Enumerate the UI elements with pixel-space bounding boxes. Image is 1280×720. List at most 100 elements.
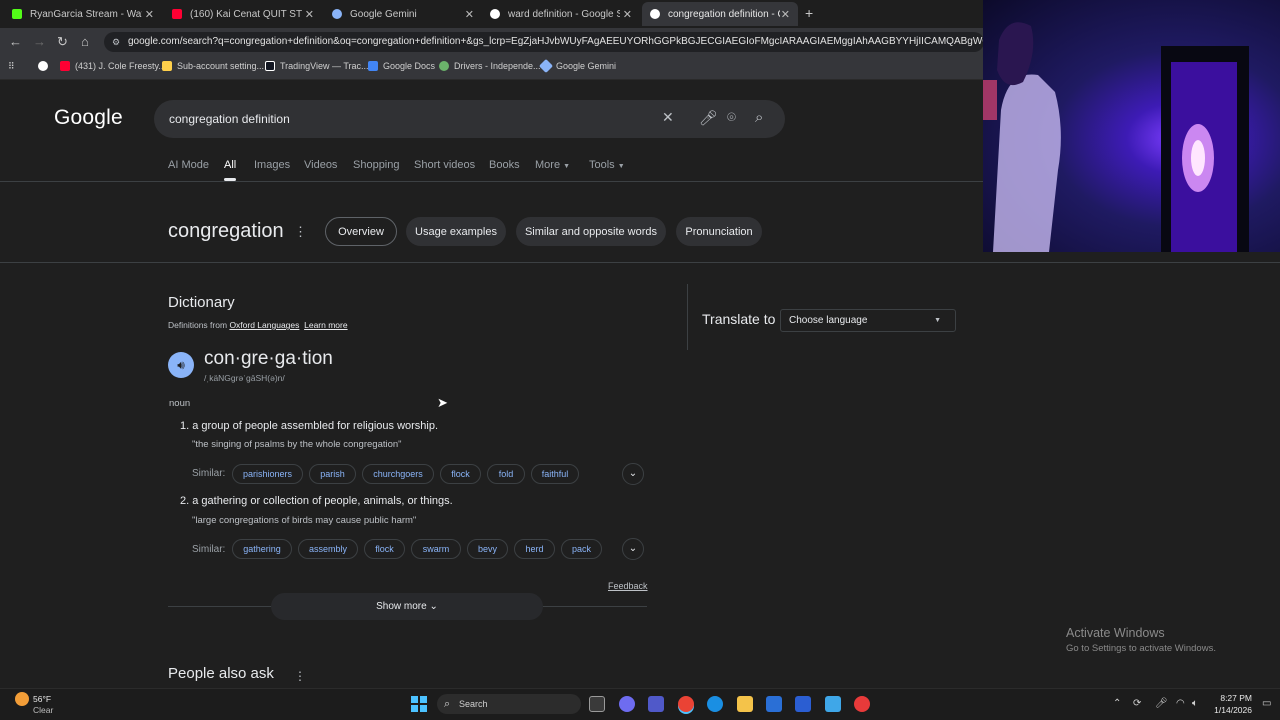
close-icon[interactable]: ✕ — [465, 8, 474, 21]
bookmark-item[interactable]: Google Docs — [368, 61, 435, 71]
new-tab-button[interactable]: + — [805, 5, 813, 21]
synonym-chip[interactable]: faithful — [531, 464, 579, 484]
show-more-button[interactable]: Show more ⌄ — [271, 593, 543, 620]
back-icon[interactable]: ← — [9, 34, 22, 49]
gemini-icon — [538, 58, 554, 74]
chrome-icon[interactable] — [678, 696, 694, 712]
browser-tab[interactable]: ward definition - Google Search ✕ — [482, 2, 640, 26]
language-select[interactable]: Choose language ▼ — [780, 309, 956, 332]
tab-ai-mode[interactable]: AI Mode — [168, 159, 209, 171]
folder-icon — [162, 61, 172, 71]
tab-books[interactable]: Books — [489, 159, 520, 171]
search-input[interactable]: congregation definition — [169, 112, 290, 126]
taskbar-search[interactable]: ⌕ Search — [437, 694, 581, 714]
chip-overview[interactable]: Overview — [325, 217, 397, 246]
apps-icon[interactable]: ⠿ — [8, 61, 15, 72]
chevron-down-icon: ⌄ — [429, 601, 438, 612]
chip-pronunciation[interactable]: Pronunciation — [676, 217, 762, 246]
browser-tab-active[interactable]: congregation definition - Goog ✕ — [642, 2, 798, 26]
reload-icon[interactable]: ↻ — [57, 34, 68, 50]
divider — [0, 181, 983, 182]
more-options-icon[interactable]: ⋮ — [294, 669, 306, 683]
vertical-divider — [687, 284, 688, 350]
bookmark-item[interactable]: Google Gemini — [538, 58, 616, 74]
browser-tab[interactable]: Google Gemini ✕ — [324, 2, 482, 26]
tab-images[interactable]: Images — [254, 159, 290, 171]
synonym-chip[interactable]: flock — [440, 464, 481, 484]
expand-chevron-icon[interactable]: ⌄ — [622, 463, 644, 485]
learn-more-link[interactable]: Learn more — [304, 320, 347, 330]
synonym-chip[interactable]: fold — [487, 464, 525, 484]
google-bookmark-icon[interactable] — [38, 61, 53, 71]
copilot-icon[interactable] — [619, 696, 635, 712]
teams-icon[interactable] — [648, 696, 664, 712]
synonym-chip[interactable]: pack — [561, 539, 602, 559]
store-icon[interactable] — [766, 696, 782, 712]
synonym-chip[interactable]: parishioners — [232, 464, 303, 484]
chip-usage-examples[interactable]: Usage examples — [406, 217, 506, 246]
app-icon[interactable] — [854, 696, 870, 712]
chevron-up-icon[interactable]: ⌃ — [1113, 698, 1121, 709]
expand-chevron-icon[interactable]: ⌄ — [622, 538, 644, 560]
people-also-ask-heading: People also ask — [168, 665, 274, 682]
headword: con·gre·ga·tion — [204, 348, 333, 369]
tab-more[interactable]: More ▼ — [535, 159, 570, 171]
synonym-chip[interactable]: swarm — [411, 539, 461, 559]
app-icon[interactable] — [825, 696, 841, 712]
synonym-chip[interactable]: parish — [309, 464, 356, 484]
synonym-chip[interactable]: gathering — [232, 539, 292, 559]
tab-videos[interactable]: Videos — [304, 159, 337, 171]
feedback-link[interactable]: Feedback — [608, 581, 648, 591]
close-icon[interactable]: ✕ — [305, 8, 314, 21]
forward-icon[interactable]: → — [33, 34, 46, 49]
outlook-icon[interactable] — [795, 696, 811, 712]
clock-date[interactable]: 1/14/2026 — [1208, 705, 1252, 715]
file-explorer-icon[interactable] — [737, 696, 753, 712]
browser-tab[interactable]: (160) Kai Cenat QUIT STREAMIN ✕ — [164, 2, 322, 26]
close-icon[interactable]: ✕ — [623, 8, 632, 21]
mic-icon[interactable]: 🎤︎ — [699, 109, 718, 127]
bookmark-item[interactable]: (431) J. Cole Freesty... — [60, 61, 166, 71]
notification-icon[interactable]: ▭ — [1262, 698, 1271, 709]
tab-tools[interactable]: Tools ▼ — [589, 159, 625, 171]
bookmark-item[interactable]: TradingView — Trac... — [265, 61, 369, 71]
tab-title: (160) Kai Cenat QUIT STREAMIN — [190, 8, 302, 20]
volume-icon[interactable]: 🔈︎ — [1192, 698, 1198, 709]
weather-condition: Clear — [33, 705, 54, 715]
google-logo[interactable]: Google — [54, 106, 123, 130]
synonym-chip[interactable]: assembly — [298, 539, 358, 559]
synonym-chip[interactable]: bevy — [467, 539, 508, 559]
tab-short-videos[interactable]: Short videos — [414, 159, 475, 171]
tab-all[interactable]: All — [224, 159, 236, 171]
windows-start-icon[interactable] — [411, 696, 427, 712]
search-icon: ⌕ — [444, 698, 451, 710]
bookmark-item[interactable]: Sub-account setting... — [162, 61, 264, 71]
task-view-icon[interactable] — [589, 696, 605, 712]
address-bar[interactable]: ⚙ google.com/search?q=congregation+defin… — [104, 32, 984, 52]
search-box[interactable]: congregation definition ✕ 🎤︎ ⌾ ⌕ — [154, 100, 785, 138]
weather-icon[interactable] — [15, 692, 29, 706]
wifi-icon[interactable]: ◠ — [1176, 698, 1185, 709]
close-icon[interactable]: ✕ — [145, 8, 154, 21]
edge-icon[interactable] — [707, 696, 723, 712]
clock-time[interactable]: 8:27 PM — [1212, 693, 1252, 703]
sync-icon[interactable]: ⟳ — [1133, 698, 1141, 709]
close-icon[interactable]: ✕ — [781, 8, 790, 21]
clear-icon[interactable]: ✕ — [662, 109, 674, 126]
synonym-chip[interactable]: herd — [514, 539, 555, 559]
oxford-languages-link[interactable]: Oxford Languages — [229, 320, 299, 330]
more-options-icon[interactable]: ⋮ — [294, 224, 307, 240]
tab-shopping[interactable]: Shopping — [353, 159, 400, 171]
site-info-icon[interactable]: ⚙ — [112, 32, 120, 52]
speaker-icon[interactable]: 🔊︎ — [168, 352, 194, 378]
browser-tab[interactable]: RyanGarcia Stream - Watch Live ✕ — [4, 2, 162, 26]
lens-icon[interactable]: ⌾ — [727, 109, 736, 126]
home-icon[interactable]: ⌂ — [81, 34, 89, 49]
gemini-icon — [332, 9, 342, 19]
synonym-chip[interactable]: churchgoers — [362, 464, 434, 484]
search-icon[interactable]: ⌕ — [755, 109, 763, 126]
bookmark-item[interactable]: Drivers - Independe... — [439, 61, 541, 71]
synonym-chip[interactable]: flock — [364, 539, 405, 559]
mic-icon[interactable]: 🎤︎ — [1155, 698, 1168, 709]
chip-similar-opposite[interactable]: Similar and opposite words — [516, 217, 666, 246]
